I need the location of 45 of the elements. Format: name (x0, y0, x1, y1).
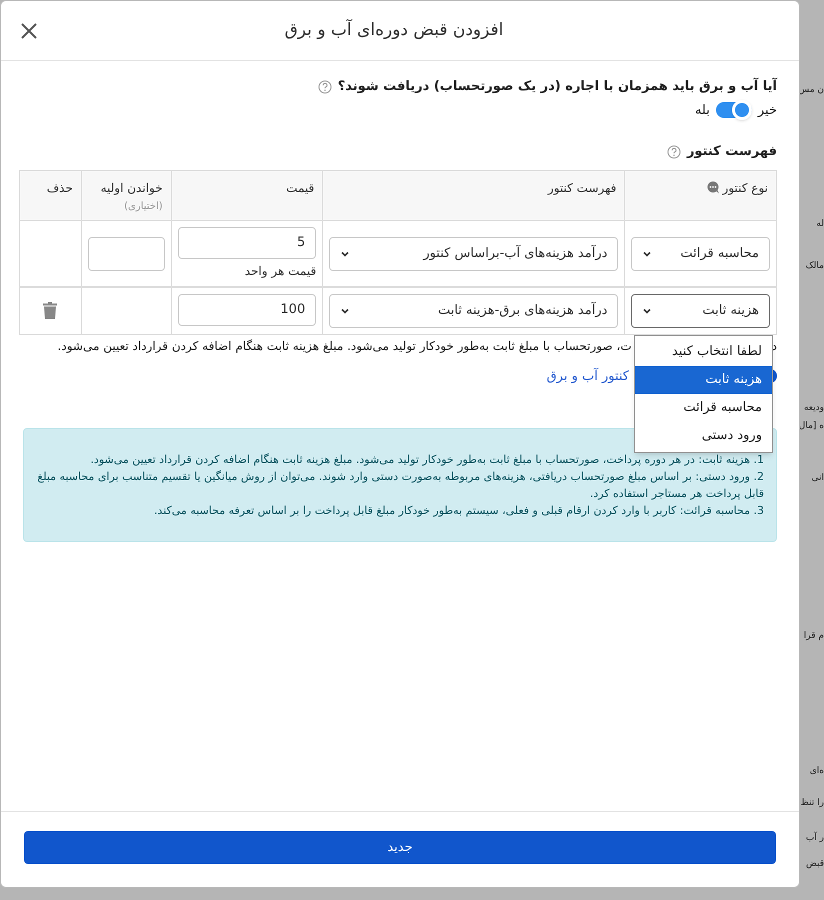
dropdown-option[interactable]: هزینه ثابت (635, 366, 772, 394)
toggle-switch[interactable] (716, 102, 752, 118)
background-text: قبض (806, 858, 824, 871)
price-field[interactable]: 100 (178, 294, 316, 326)
add-meter-link[interactable]: کنتور آب و برق (546, 366, 629, 386)
select-field[interactable]: درآمد هزینه‌های آب-براساس کنتور (329, 236, 618, 270)
background-text: ودیعه (804, 402, 824, 415)
note-text: ت، صورتحساب با مبلغ ثابت به‌طور خودکار تولید می‌شود. مبلغ هزینه ثابت هنگام اضافه کردن قرارداد تعیین می‌شود. (58, 338, 632, 354)
background-text: ه [مال (798, 420, 824, 433)
column-hint: (اختیاری) (123, 200, 163, 214)
new-button[interactable]: جدید (24, 831, 776, 864)
column-header: خواندن اولیه (100, 180, 163, 196)
trash-icon[interactable] (43, 302, 58, 318)
close-icon (20, 22, 38, 40)
help-icon[interactable] (666, 144, 681, 159)
help-icon[interactable] (318, 80, 332, 94)
price-field[interactable]: 5 (178, 226, 316, 258)
background-text: ه‌ای (810, 765, 824, 778)
column-header: حذف (46, 180, 73, 196)
reading-field[interactable] (88, 236, 165, 270)
dropdown-option[interactable]: ورود دستی (635, 422, 772, 450)
background-text: م قرا (804, 630, 824, 643)
column-header: فهرست کنتور (546, 180, 616, 196)
toggle-label: بله (694, 102, 710, 120)
select-field[interactable]: هزینه ثابت (631, 294, 770, 328)
dialog-title: افزودن قبض دوره‌ای آب و برق (284, 18, 504, 42)
background-text: انی (811, 472, 824, 485)
select-field[interactable]: درآمد هزینه‌های برق-هزینه ثابت (329, 294, 618, 328)
field-caption: قیمت هر واحد (244, 262, 316, 280)
question-label: آیا آب و برق باید همزمان با اجاره (در یک صورتحساب) دریافت شوند؟ (338, 77, 777, 96)
dropdown-option[interactable]: محاسبه قرائت (635, 394, 772, 422)
info-text: 2. ورود دستی: بر اساس مبلغ صورتحساب دریافتی، هزینه‌های مربوطه به‌صورت دستی وارد شوند. می‌توان از روش میانگین یا تقسیم متناسب برای محاسبه مبلغ قابل پرداخت هر مستاجر استفاده کرد. (36, 469, 764, 502)
chat-icon (706, 181, 720, 194)
column-header: قیمت (285, 180, 314, 196)
toggle-label: خیر (758, 102, 777, 120)
info-text: 1. هزینه ثابت: در هر دوره پرداخت، صورتحساب با مبلغ ثابت به‌طور خودکار تولید می‌شود. مبلغ هزینه ثابت هنگام اضافه کردن قرارداد تعیین می‌شود. (89, 452, 764, 468)
background-text: را تنظ (800, 797, 824, 810)
dropdown-option[interactable]: لطفا انتخاب کنید (635, 338, 772, 366)
background-text: ر آب (806, 832, 824, 845)
background-text: مالک (806, 260, 824, 273)
background-text: له (816, 218, 824, 231)
column-header: نوع کنتور (722, 180, 768, 196)
select-field[interactable]: محاسبه قرائت (631, 236, 770, 270)
info-text: 3. محاسبه قرائت: کاربر با وارد کردن ارقام قبلی و فعلی، سیستم به‌طور خودکار مبلغ قابل پرداخت را بر اساس تعرفه محاسبه می‌کند. (152, 503, 764, 519)
section-title: فهرست کنتور (686, 143, 777, 161)
